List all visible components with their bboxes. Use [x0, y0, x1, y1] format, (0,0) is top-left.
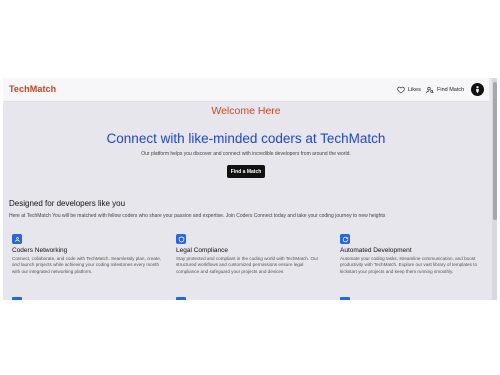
feature-card-automation: Automated Development Automate your codi…: [340, 234, 490, 275]
feature-card-legal: Legal Compliance Stay protected and comp…: [176, 234, 326, 275]
brand-logo[interactable]: TechMatch: [9, 84, 56, 94]
feature-title: Legal Compliance: [176, 247, 229, 254]
refresh-icon: [340, 234, 350, 244]
shield-icon: [176, 234, 186, 244]
find-match-button[interactable]: Find a Match: [227, 165, 265, 178]
hero-title: Connect with like-minded coders at TechM…: [106, 131, 386, 146]
scrollbar-thumb[interactable]: [492, 82, 497, 220]
navbar: TechMatch Likes Find Match: [3, 78, 489, 102]
user-avatar[interactable]: [471, 83, 484, 96]
next-feature-icon: [176, 297, 186, 300]
welcome-heading: Welcome Here: [211, 105, 281, 117]
hero-subtitle: Our platform helps you discover and conn…: [141, 151, 351, 157]
heart-icon: [397, 86, 405, 94]
app-window: TechMatch Likes Find Match Welcome Here …: [3, 78, 497, 300]
nav-find-match-label: Find Match: [437, 87, 465, 93]
nav-find-match-link[interactable]: Find Match: [426, 86, 464, 94]
nav-likes-link[interactable]: Likes: [397, 86, 421, 94]
vertical-scrollbar[interactable]: [492, 78, 497, 300]
nav-likes-label: Likes: [408, 87, 421, 93]
feature-title: Automated Development: [340, 247, 412, 254]
section-subtitle: Here at TechMatch You will be matched wi…: [9, 213, 386, 219]
next-feature-icon: [340, 297, 350, 300]
user-search-icon: [426, 87, 434, 94]
feature-description: Stay protected and compliant in the codi…: [176, 256, 319, 274]
feature-title: Coders Networking: [12, 247, 68, 254]
next-feature-icon: [12, 297, 22, 300]
network-icon: [12, 234, 22, 244]
feature-description: Automate your coding tasks, streamline c…: [340, 256, 478, 274]
feature-card-networking: Coders Networking Connect, collaborate, …: [12, 234, 162, 275]
avatar-figure-icon: [476, 86, 479, 94]
section-title: Designed for developers like you: [9, 199, 126, 208]
feature-description: Connect, collaborate, and code with Tech…: [12, 256, 162, 274]
